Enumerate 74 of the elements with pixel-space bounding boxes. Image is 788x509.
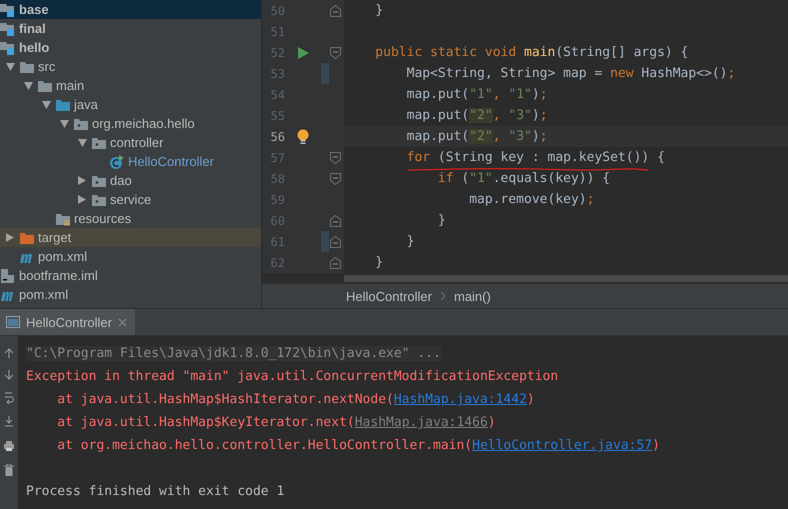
console-icon (6, 316, 20, 328)
breadcrumb-item[interactable]: HelloController (346, 288, 432, 304)
fold-icon[interactable] (330, 152, 341, 164)
collapsed-arrow-icon[interactable] (78, 195, 86, 204)
code-line: map.remove(key); (468, 192, 594, 207)
stack-trace-line: at java.util.HashMap$KeyIterator.next(HashMap.java:1466) (56, 415, 496, 430)
tree-item[interactable]: java (0, 95, 261, 114)
class-icon (109, 154, 125, 170)
change-marker[interactable] (321, 63, 329, 84)
tree-item[interactable]: pom.xml (0, 247, 261, 266)
print-icon[interactable] (3, 440, 15, 452)
down-arrow-icon[interactable] (4, 370, 14, 380)
fold-icon[interactable] (330, 236, 341, 248)
module-icon (0, 20, 16, 36)
tree-item[interactable]: final (0, 19, 261, 38)
tree-item[interactable]: org.meichao.hello (0, 114, 261, 133)
fold-icon[interactable] (330, 214, 341, 226)
source-link[interactable]: HelloController.java:57 (472, 438, 652, 453)
stack-trace-line: at java.util.HashMap$HashIterator.nextNode(HashMap.java:1442) (56, 392, 535, 407)
run-tab[interactable]: HelloController (0, 309, 135, 335)
tree-item[interactable]: hello (0, 38, 261, 57)
file-icon (0, 268, 16, 284)
scroll-to-end-icon[interactable] (4, 416, 14, 428)
code-line: if ("1".equals(key)) { (436, 171, 610, 186)
expanded-arrow-icon[interactable] (6, 62, 14, 70)
horizontal-scrollbar[interactable] (344, 275, 788, 282)
soft-wrap-icon[interactable] (4, 392, 14, 404)
tree-item[interactable]: bootframe.iml (0, 266, 261, 285)
tree-item[interactable]: src (0, 57, 261, 76)
change-marker[interactable] (321, 231, 329, 252)
code-line: } (406, 234, 414, 249)
fold-icon[interactable] (330, 46, 341, 58)
fold-icon[interactable] (330, 256, 341, 268)
module-icon (0, 2, 16, 18)
expanded-arrow-icon[interactable] (42, 100, 50, 108)
tree-item[interactable]: resources (0, 209, 261, 228)
fold-icon[interactable] (330, 172, 341, 184)
tree-item[interactable]: pom.xml (0, 285, 261, 304)
source-link[interactable]: HashMap.java:1466 (354, 415, 488, 430)
error-message: Exception in thread "main" java.util.ConcurrentModificationException (26, 369, 558, 384)
up-arrow-icon[interactable] (4, 348, 14, 358)
lightbulb-icon[interactable] (297, 128, 309, 144)
code-line: map.put("1", "1"); (406, 87, 548, 102)
trash-icon[interactable] (4, 464, 14, 476)
code-line: } (436, 213, 446, 228)
tree-item[interactable]: HelloController (0, 152, 261, 171)
expanded-arrow-icon[interactable] (24, 82, 32, 90)
collapsed-arrow-icon[interactable] (78, 176, 86, 185)
tree-item[interactable]: main (0, 76, 261, 95)
tree-item[interactable]: base (0, 0, 261, 19)
source-link[interactable]: HashMap.java:1442 (394, 392, 527, 407)
console-output: Process finished with exit code 1 (26, 484, 284, 499)
code-line: map.put("2", "3"); (406, 108, 548, 123)
tree-item[interactable]: controller (0, 133, 261, 152)
stack-trace-line: at org.meichao.hello.controller.HelloController.main(HelloController.java:57) (56, 438, 660, 453)
code-line: public static void main(String[] args) { (374, 45, 688, 60)
code-line: } (374, 255, 384, 270)
line-number: 56 (270, 130, 285, 144)
code-line: map.put("2", "3"); (406, 129, 548, 144)
code-line: for (String key : map.keySet()) { (406, 150, 665, 165)
fold-icon[interactable] (330, 4, 341, 16)
collapsed-arrow-icon[interactable] (6, 233, 14, 242)
breadcrumb-item[interactable]: main() (454, 288, 491, 304)
code-line: Map<String, String> map = new HashMap<>(); (406, 66, 736, 81)
module-icon (0, 40, 16, 56)
code-line: } (374, 3, 384, 18)
chevron-icon (440, 291, 446, 301)
tree-item[interactable]: service (0, 190, 261, 209)
tree-item[interactable]: target (0, 228, 261, 247)
expanded-arrow-icon[interactable] (78, 138, 86, 146)
close-icon[interactable] (118, 318, 127, 326)
expanded-arrow-icon[interactable] (60, 120, 68, 128)
run-icon[interactable] (298, 46, 308, 58)
tree-item[interactable]: dao (0, 171, 261, 190)
